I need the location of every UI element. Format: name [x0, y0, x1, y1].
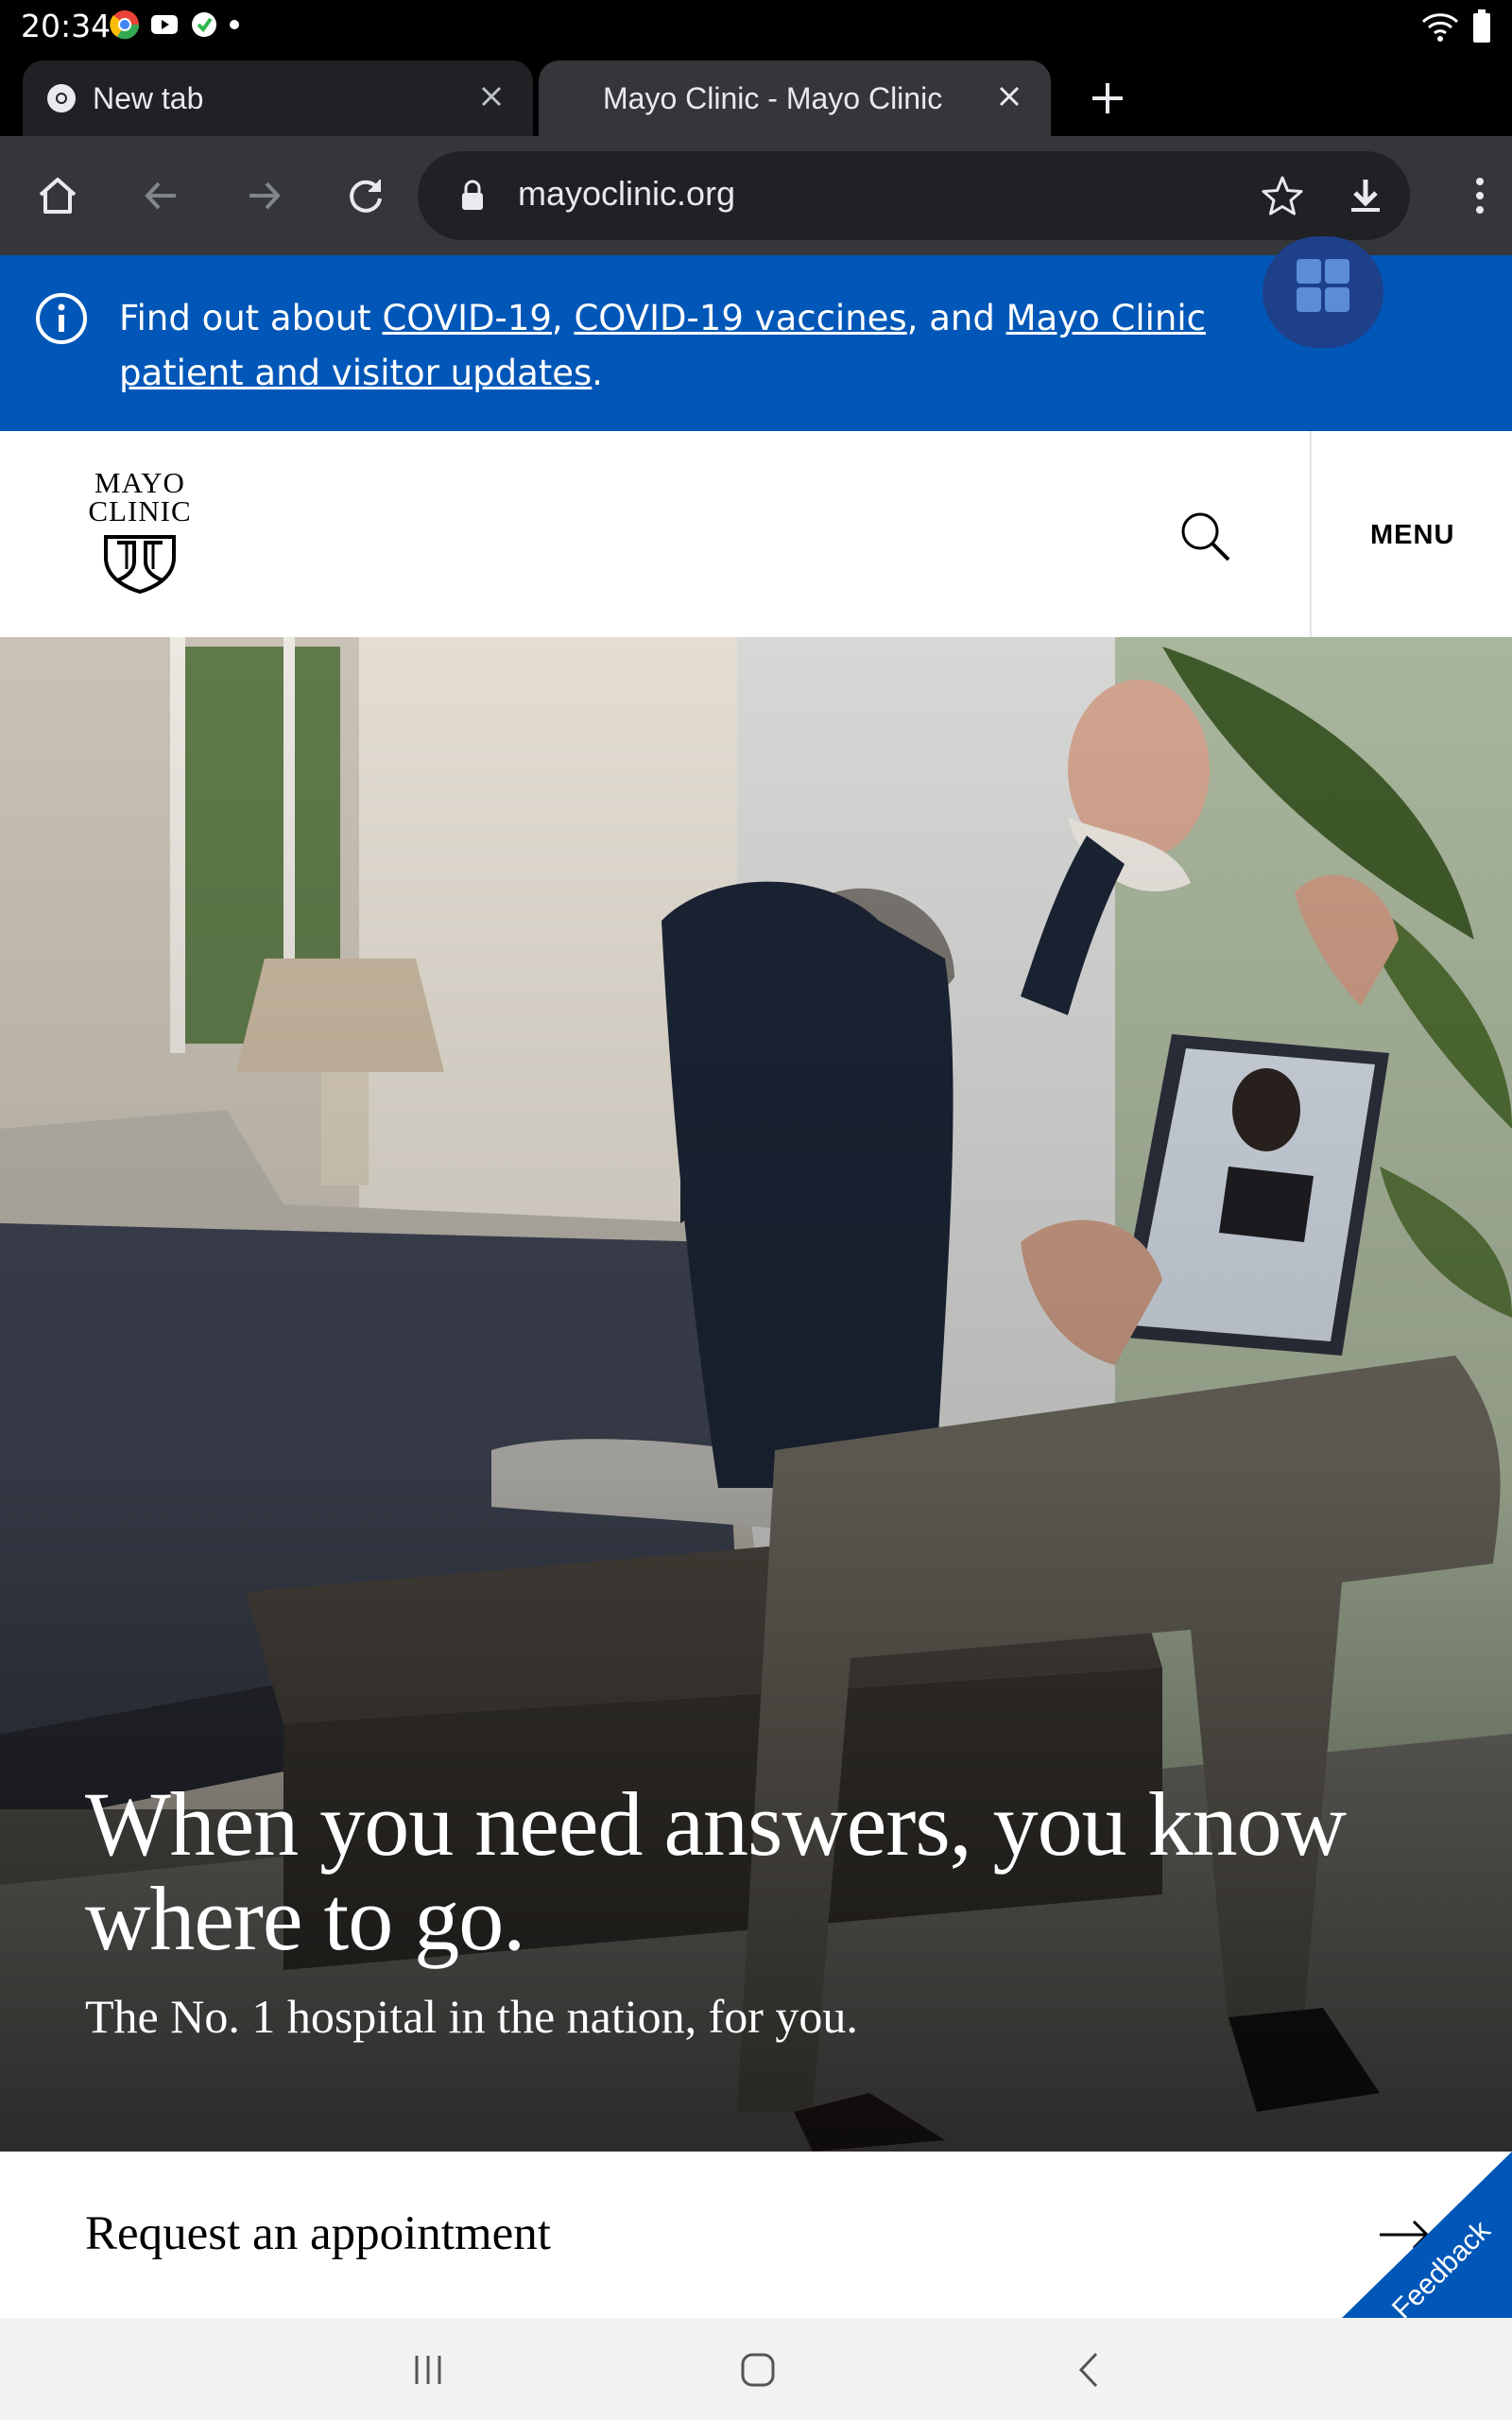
grid-icon [1297, 259, 1321, 284]
notification-icons [110, 9, 240, 40]
logo-line-2: CLINIC [88, 494, 192, 527]
browser-toolbar: mayoclinic.org [0, 136, 1512, 255]
alert-separator: , and [906, 298, 1006, 338]
floating-apps-button[interactable] [1263, 236, 1383, 348]
bookmark-star-icon[interactable] [1259, 172, 1306, 219]
site-header: MAYO CLINIC MENU [0, 431, 1512, 637]
logo-line-1: MAYO [94, 466, 185, 499]
address-bar[interactable]: mayoclinic.org [418, 151, 1410, 240]
recent-apps-icon[interactable] [404, 2346, 452, 2394]
covid-19-vaccines-link[interactable]: COVID-19 vaccines [574, 298, 906, 338]
mayo-clinic-logo[interactable]: MAYO CLINIC [81, 466, 198, 600]
header-divider [1310, 431, 1312, 637]
chrome-notification-icon [110, 10, 140, 40]
lock-icon[interactable] [459, 180, 486, 212]
download-icon[interactable] [1342, 172, 1389, 219]
menu-button[interactable]: MENU [1370, 520, 1454, 551]
alert-text: Find out about COVID-19, COVID-19 vaccin… [119, 291, 1310, 401]
home-icon[interactable] [34, 172, 81, 219]
wifi-icon [1421, 13, 1459, 42]
search-icon[interactable] [1179, 510, 1232, 563]
close-tab-icon[interactable] [472, 78, 510, 115]
app-notification-icon [192, 12, 216, 37]
tab-title: Mayo Clinic - Mayo Clinic [603, 80, 943, 115]
close-tab-icon[interactable] [990, 78, 1028, 115]
back-arrow-icon[interactable] [138, 172, 185, 219]
system-icons [1421, 9, 1491, 43]
covid-19-link[interactable]: COVID-19 [382, 298, 551, 338]
status-time: 20:34 [21, 8, 112, 44]
feedback-button[interactable]: Feedback [1342, 2152, 1512, 2318]
tab-strip: New tab Mayo Clinic - Mayo Clinic [0, 55, 1512, 136]
more-options-icon[interactable] [1472, 172, 1487, 219]
alert-suffix: . [592, 353, 604, 393]
status-bar: 20:34 [0, 0, 1512, 55]
alert-separator: , [551, 298, 575, 338]
youtube-notification-icon [151, 15, 178, 34]
request-appointment-label[interactable]: Request an appointment [85, 2206, 551, 2261]
hero-headline: When you need answers, you know where to… [85, 1773, 1347, 1969]
request-appointment-row[interactable]: Request an appointment [0, 2152, 1512, 2318]
battery-icon [1473, 9, 1490, 43]
shield-logo-icon [104, 535, 176, 595]
home-nav-icon[interactable] [734, 2346, 782, 2394]
grid-icon [1325, 259, 1349, 284]
tab-new-tab[interactable]: New tab [23, 60, 533, 136]
hero-section: When you need answers, you know where to… [0, 637, 1512, 2152]
tab-title: New tab [93, 80, 204, 115]
info-icon [36, 293, 87, 344]
feedback-tab[interactable]: Feedback [1342, 2152, 1512, 2318]
android-nav-bar [0, 2318, 1512, 2420]
more-notifications-dot [230, 20, 239, 29]
back-nav-icon[interactable] [1066, 2346, 1113, 2394]
forward-arrow-icon[interactable] [240, 172, 287, 219]
tab-mayo-clinic[interactable]: Mayo Clinic - Mayo Clinic [539, 60, 1051, 136]
grid-icon [1325, 287, 1349, 312]
new-tab-plus-icon[interactable] [1085, 76, 1130, 121]
hero-subline: The No. 1 hospital in the nation, for yo… [85, 1990, 858, 2043]
alert-prefix: Find out about [119, 298, 383, 338]
reload-icon[interactable] [342, 172, 389, 219]
grid-icon [1297, 287, 1321, 312]
url-text[interactable]: mayoclinic.org [518, 174, 735, 214]
chrome-favicon-icon [47, 84, 76, 112]
